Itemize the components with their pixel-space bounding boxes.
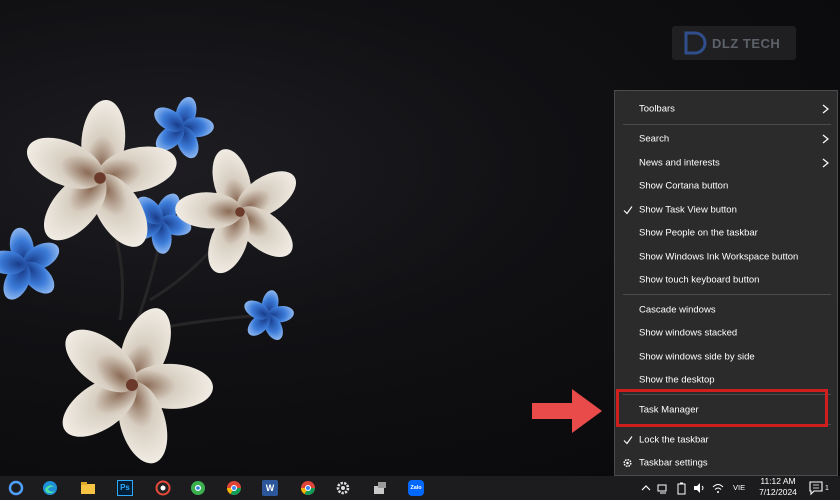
- menu-item-show-ink-workspace[interactable]: Show Windows Ink Workspace button: [615, 245, 837, 268]
- notification-icon[interactable]: [808, 480, 826, 496]
- menu-item-label: Show People on the taskbar: [639, 227, 758, 238]
- coccoc-icon[interactable]: [190, 480, 206, 496]
- menu-item-label: Show Cortana button: [639, 180, 729, 191]
- menu-item-show-windows-side-by-side[interactable]: Show windows side by side: [615, 345, 837, 368]
- menu-separator: [623, 124, 831, 125]
- clock[interactable]: 11:12 AM 7/12/2024: [752, 476, 804, 500]
- menu-item-label: Show windows stacked: [639, 327, 738, 338]
- gear-icon: [623, 458, 632, 467]
- speaker-icon[interactable]: [693, 480, 705, 496]
- watermark-text: DLZ TECH: [712, 35, 781, 51]
- dlz-logo-icon: [684, 31, 707, 55]
- menu-separator: [623, 424, 831, 425]
- menu-item-label: Search: [639, 133, 670, 144]
- menu-item-show-the-desktop[interactable]: Show the desktop: [615, 368, 837, 391]
- menu-item-label: Show Task View button: [639, 204, 737, 215]
- menu-item-label: Taskbar settings: [639, 457, 708, 468]
- photoshop-icon[interactable]: Ps: [117, 480, 133, 496]
- red-arrow-icon: [532, 389, 602, 433]
- clock-date: 7/12/2024: [759, 487, 797, 497]
- menu-item-cascade-windows[interactable]: Cascade windows: [615, 298, 837, 321]
- menu-item-label: Cascade windows: [639, 304, 716, 315]
- menu-item-search[interactable]: Search: [615, 127, 837, 150]
- menu-item-show-windows-stacked[interactable]: Show windows stacked: [615, 321, 837, 344]
- app-red-icon[interactable]: [155, 480, 171, 496]
- settings-gear-icon[interactable]: [335, 480, 351, 496]
- checkmark-icon: [623, 435, 633, 444]
- taskbar-context-menu: Toolbars Search News and interests Show …: [614, 90, 838, 476]
- menu-item-label: Lock the taskbar: [639, 434, 709, 445]
- chrome-profile-icon[interactable]: [300, 480, 316, 496]
- menu-item-show-people[interactable]: Show People on the taskbar: [615, 221, 837, 244]
- edge-icon[interactable]: [42, 480, 58, 496]
- language-indicator[interactable]: VIE: [733, 483, 745, 492]
- network-icon[interactable]: [657, 480, 669, 496]
- menu-separator: [623, 294, 831, 295]
- zalo-icon[interactable]: Zalo: [408, 480, 424, 496]
- network-app-icon[interactable]: [372, 480, 388, 496]
- menu-item-taskbar-settings[interactable]: Taskbar settings: [615, 451, 837, 474]
- menu-item-label: Show touch keyboard button: [639, 274, 760, 285]
- file-explorer-icon[interactable]: [80, 480, 96, 496]
- menu-item-label: Show Windows Ink Workspace button: [639, 251, 799, 262]
- menu-item-show-touch-keyboard[interactable]: Show touch keyboard button: [615, 268, 837, 291]
- menu-item-label: Task Manager: [639, 404, 699, 415]
- menu-item-lock-the-taskbar[interactable]: Lock the taskbar: [615, 428, 837, 451]
- taskbar: Ps W Zalo 1: [0, 476, 840, 500]
- chevron-right-icon: [822, 134, 829, 143]
- menu-item-show-task-view-button[interactable]: Show Task View button: [615, 198, 837, 221]
- chevron-up-icon[interactable]: [641, 480, 651, 496]
- clock-time: 11:12 AM: [760, 476, 796, 486]
- chevron-right-icon: [822, 158, 829, 167]
- cortana-icon[interactable]: [8, 480, 24, 496]
- wifi-icon[interactable]: [711, 480, 725, 496]
- notification-count: 1: [825, 485, 829, 492]
- watermark: DLZ TECH: [672, 26, 796, 60]
- menu-item-label: Show windows side by side: [639, 351, 755, 362]
- menu-item-label: Toolbars: [639, 103, 675, 114]
- checkmark-icon: [623, 205, 633, 214]
- menu-item-news-and-interests[interactable]: News and interests: [615, 151, 837, 174]
- menu-separator: [623, 394, 831, 395]
- menu-item-label: News and interests: [639, 157, 720, 168]
- chevron-right-icon: [822, 104, 829, 113]
- menu-item-show-cortana-button[interactable]: Show Cortana button: [615, 174, 837, 197]
- menu-item-toolbars[interactable]: Toolbars: [615, 97, 837, 120]
- word-icon[interactable]: W: [262, 480, 278, 496]
- menu-item-task-manager[interactable]: Task Manager: [615, 398, 837, 421]
- battery-icon[interactable]: [676, 480, 688, 496]
- menu-item-label: Show the desktop: [639, 374, 715, 385]
- chrome-icon[interactable]: [226, 480, 242, 496]
